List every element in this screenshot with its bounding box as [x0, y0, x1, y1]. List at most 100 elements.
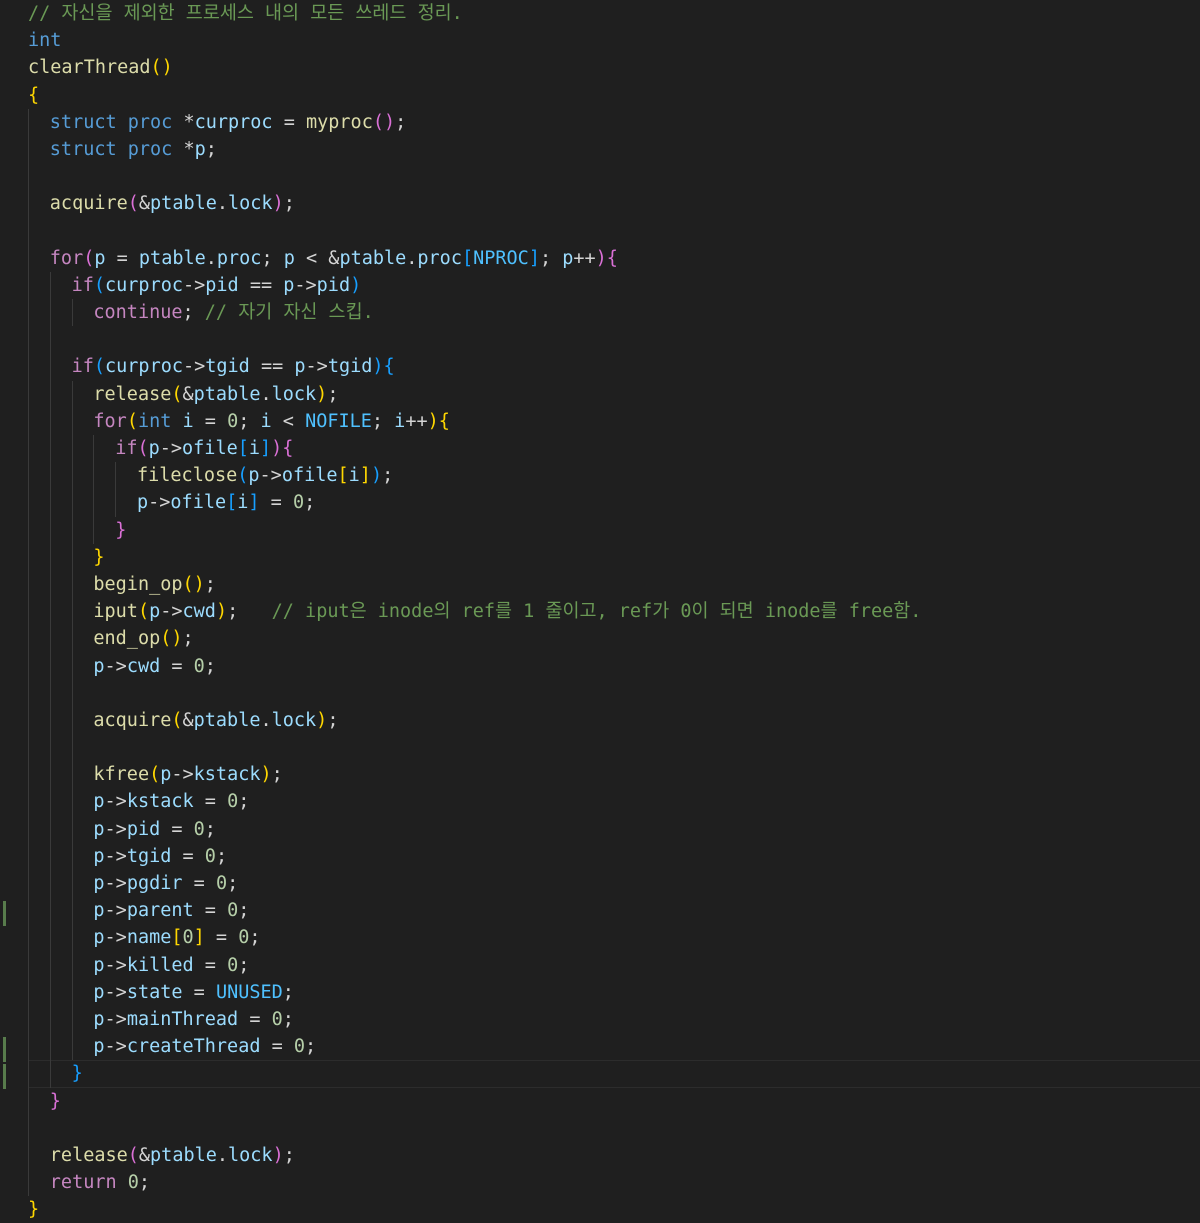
- code-token: }: [49, 1090, 61, 1112]
- code-line[interactable]: struct proc *p;: [28, 135, 1200, 164]
- indent-guide: [28, 924, 29, 952]
- code-line[interactable]: int: [28, 27, 1200, 54]
- code-line[interactable]: acquire(&ptable.lock);: [28, 706, 1200, 735]
- indent-guide: [49, 652, 51, 680]
- code-editor[interactable]: // 자신을 제외한 프로세스 내의 모든 쓰레드 정리. int clearThr…: [0, 0, 1200, 1223]
- code-line[interactable]: [28, 163, 1200, 191]
- code-text: {: [28, 85, 39, 106]
- indent-guide: [28, 1033, 29, 1061]
- indent-guide: [28, 1114, 29, 1142]
- code-token: ;: [204, 818, 216, 840]
- code-token: pid: [316, 274, 351, 296]
- code-text: p->tgid = 0;: [93, 846, 227, 867]
- code-token: =: [238, 1008, 272, 1030]
- code-token: .: [216, 1144, 229, 1166]
- code-line[interactable]: return 0;: [28, 1169, 1200, 1197]
- code-token: ]: [528, 247, 540, 269]
- code-line[interactable]: // 자신을 제외한 프로세스 내의 모든 쓰레드 정리.: [28, 0, 1200, 27]
- indent-guide: [28, 435, 29, 463]
- indent-guide: [28, 407, 29, 435]
- code-token: ;: [283, 193, 295, 215]
- code-token: [: [171, 927, 183, 949]
- code-line[interactable]: }: [28, 1087, 1200, 1115]
- code-token: ]: [248, 492, 260, 514]
- code-line[interactable]: [28, 217, 1200, 245]
- code-token: ;: [227, 601, 272, 623]
- code-line[interactable]: p->ofile[i] = 0;: [28, 489, 1200, 517]
- code-text: p->mainThread = 0;: [93, 1009, 294, 1030]
- code-line[interactable]: [28, 326, 1200, 354]
- code-lines[interactable]: // 자신을 제외한 프로세스 내의 모든 쓰레드 정리. int clearThr…: [28, 0, 1200, 1223]
- code-token: (): [160, 628, 183, 650]
- code-token: 0: [227, 791, 239, 813]
- code-line[interactable]: [28, 1114, 1200, 1142]
- code-line[interactable]: iput(p->cwd); // iput은 inode의 ref를 1 줄이고…: [28, 598, 1200, 626]
- code-token: ->: [104, 954, 127, 976]
- code-line[interactable]: clearThread(): [28, 54, 1200, 81]
- code-line[interactable]: if(curproc->tgid == p->tgid){: [28, 353, 1200, 381]
- code-line[interactable]: }: [28, 1060, 1200, 1088]
- code-line[interactable]: kfree(p->kstack);: [28, 761, 1200, 789]
- code-line[interactable]: }: [28, 1196, 1200, 1223]
- code-token: ->: [171, 764, 194, 786]
- code-line[interactable]: p->kstack = 0;: [28, 788, 1200, 816]
- code-line[interactable]: continue; // 자기 자신 스킵.: [28, 299, 1200, 327]
- code-token: }: [71, 1063, 83, 1085]
- code-line[interactable]: struct proc *curproc = myproc();: [28, 108, 1200, 136]
- code-line[interactable]: for(int i = 0; i < NOFILE; i++){: [28, 407, 1200, 435]
- code-line[interactable]: fileclose(p->ofile[i]);: [28, 462, 1200, 490]
- code-line[interactable]: }: [28, 516, 1200, 544]
- indent-guide: [71, 924, 73, 952]
- code-line[interactable]: p->state = UNUSED;: [28, 978, 1200, 1006]
- code-line[interactable]: p->killed = 0;: [28, 951, 1200, 979]
- code-token: .: [260, 383, 272, 405]
- code-line[interactable]: if(curproc->pid == p->pid): [28, 271, 1200, 300]
- indent-guide: [28, 217, 29, 245]
- code-token: ptable: [150, 193, 217, 215]
- code-line[interactable]: release(&ptable.lock);: [28, 380, 1200, 408]
- code-token: p: [283, 247, 295, 269]
- code-line[interactable]: release(&ptable.lock);: [28, 1141, 1200, 1170]
- code-token: tgid: [327, 356, 373, 378]
- code-line[interactable]: [28, 734, 1200, 762]
- code-line[interactable]: p->pgdir = 0;: [28, 870, 1200, 898]
- code-token: ->: [104, 655, 127, 677]
- code-line[interactable]: p->name[0] = 0;: [28, 924, 1200, 952]
- code-line[interactable]: p->mainThread = 0;: [28, 1005, 1200, 1034]
- code-line[interactable]: if(p->ofile[i]){: [28, 435, 1200, 463]
- code-token: ptable: [150, 1144, 217, 1166]
- code-token: (: [93, 356, 106, 378]
- code-line[interactable]: p->createThread = 0;: [28, 1033, 1200, 1061]
- code-token: i: [237, 492, 249, 514]
- indent-guide: [49, 679, 51, 707]
- code-token: (): [182, 573, 205, 595]
- code-line[interactable]: begin_op();: [28, 570, 1200, 599]
- indent-guide: [71, 1005, 73, 1034]
- code-token: // 자신을 제외한 프로세스 내의 모든 쓰레드 정리.: [28, 3, 463, 24]
- code-token: =: [160, 655, 194, 677]
- code-token: ->: [182, 356, 206, 378]
- code-line[interactable]: p->parent = 0;: [28, 897, 1200, 925]
- code-token: ->: [104, 900, 127, 922]
- code-line[interactable]: acquire(&ptable.lock);: [28, 190, 1200, 218]
- indent-guide: [28, 1005, 29, 1034]
- code-line[interactable]: p->pid = 0;: [28, 815, 1200, 843]
- indent-guide: [49, 462, 51, 490]
- code-line[interactable]: for(p = ptable.proc; p < &ptable.proc[NP…: [28, 244, 1200, 272]
- code-token: release: [93, 383, 172, 405]
- indent-guide: [71, 489, 73, 517]
- code-line[interactable]: }: [28, 543, 1200, 571]
- code-text: struct proc *curproc = myproc();: [50, 112, 406, 133]
- code-line[interactable]: p->tgid = 0;: [28, 842, 1200, 870]
- code-line[interactable]: end_op();: [28, 625, 1200, 653]
- modified-line-marker: [3, 1036, 6, 1062]
- code-token: lock: [271, 383, 317, 405]
- code-text: }: [115, 520, 126, 541]
- code-line[interactable]: p->cwd = 0;: [28, 652, 1200, 680]
- code-token: ): [595, 247, 607, 269]
- code-line[interactable]: {: [28, 82, 1200, 109]
- code-token: ;: [238, 954, 250, 976]
- code-line[interactable]: [28, 679, 1200, 707]
- indent-guide: [28, 598, 29, 626]
- code-token: .: [205, 247, 217, 269]
